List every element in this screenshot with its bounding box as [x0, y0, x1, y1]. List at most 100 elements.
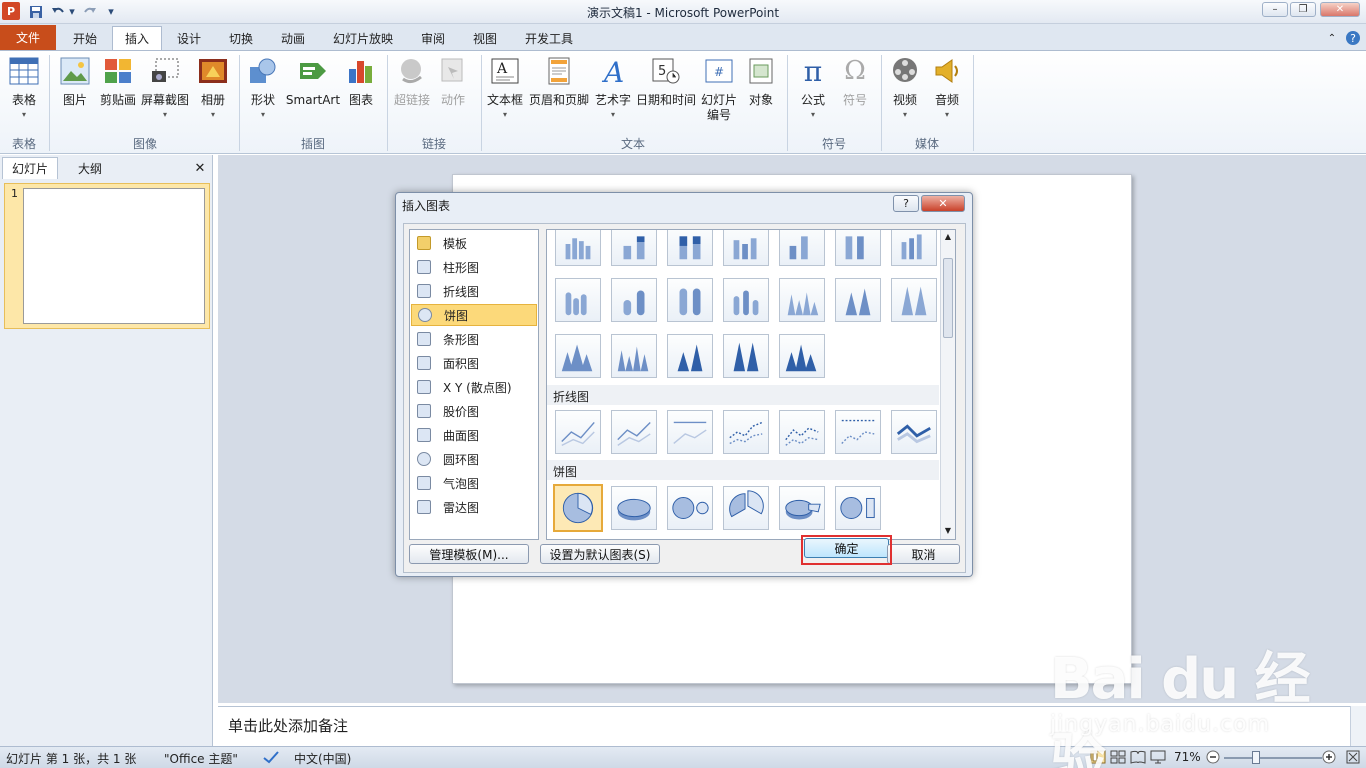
audio-button[interactable]: 音频 ▾	[930, 55, 964, 119]
tab-outline[interactable]: 大纲	[60, 157, 120, 179]
chart-type-bubble[interactable]: 气泡图	[411, 472, 537, 494]
subtype-100-stacked-column[interactable]	[667, 230, 713, 266]
restore-button[interactable]: ❐	[1290, 2, 1316, 17]
subtype-3d-cylinder[interactable]	[723, 278, 769, 322]
subtype-stacked-line[interactable]	[611, 410, 657, 454]
subtype-cone-clustered[interactable]	[779, 278, 825, 322]
tab-review[interactable]: 审阅	[408, 26, 458, 50]
scroll-down-icon[interactable]: ▼	[943, 526, 953, 535]
subtype-exploded-3d-pie[interactable]	[779, 486, 825, 530]
section-header-pie: 饼图	[547, 460, 939, 480]
subtype-bar-of-pie[interactable]	[835, 486, 881, 530]
slide-thumbnail[interactable]: 1	[4, 183, 210, 329]
dialog-help-button[interactable]: ?	[893, 195, 919, 212]
subtype-cone-100[interactable]	[891, 278, 937, 322]
subtype-stacked-column[interactable]	[611, 230, 657, 266]
symbol-button[interactable]: Ω 符号	[838, 55, 872, 108]
subtype-3d-cone[interactable]	[555, 334, 601, 378]
language-status[interactable]: 中文(中国)	[294, 750, 351, 767]
subtype-3d-column-a[interactable]	[723, 230, 769, 266]
subtype-pyramid-clustered[interactable]	[611, 334, 657, 378]
tab-developer[interactable]: 开发工具	[514, 26, 584, 50]
subtype-pyramid-stacked[interactable]	[667, 334, 713, 378]
subtype-3d-line[interactable]	[891, 410, 937, 454]
tab-transitions[interactable]: 切换	[216, 26, 266, 50]
subtype-cone-stacked[interactable]	[835, 278, 881, 322]
subtype-3d-pyramid[interactable]	[779, 334, 825, 378]
subtype-3d-pie[interactable]	[611, 486, 657, 530]
chart-type-area[interactable]: 面积图	[411, 352, 537, 374]
manage-templates-button[interactable]: 管理模板(M)...	[409, 544, 529, 564]
picture-button[interactable]: 图片	[58, 55, 92, 108]
equation-button[interactable]: π 公式 ▾	[796, 55, 830, 120]
subtype-100-stacked-line[interactable]	[667, 410, 713, 454]
tab-slideshow[interactable]: 幻灯片放映	[322, 26, 404, 50]
cancel-button[interactable]: 取消	[887, 544, 960, 564]
video-button[interactable]: 视频 ▾	[888, 55, 922, 119]
table-button[interactable]: 表格 ▾	[6, 55, 42, 119]
chart-type-radar[interactable]: 雷达图	[411, 496, 537, 518]
slide-number-button[interactable]: # 幻灯片 编号	[700, 55, 738, 123]
smartart-button[interactable]: SmartArt	[285, 55, 341, 108]
subtype-cylinder-clustered[interactable]	[555, 278, 601, 322]
tab-slides[interactable]: 幻灯片	[2, 157, 58, 179]
chart-type-stock[interactable]: 股价图	[411, 400, 537, 422]
subtype-cylinder-stacked[interactable]	[611, 278, 657, 322]
theme-status[interactable]: "Office 主题"	[164, 750, 238, 767]
hyperlink-button[interactable]: 超链接	[392, 55, 432, 108]
chart-type-line[interactable]: 折线图	[411, 280, 537, 302]
chart-type-pie[interactable]: 饼图	[411, 304, 537, 326]
help-icon[interactable]: ?	[1344, 26, 1362, 50]
chart-button[interactable]: 图表	[344, 55, 378, 108]
chart-type-bar[interactable]: 条形图	[411, 328, 537, 350]
wordart-button[interactable]: A 艺术字 ▾	[594, 55, 632, 119]
shapes-button[interactable]: 形状 ▾	[246, 55, 280, 119]
gallery-scrollbar[interactable]: ▲ ▼	[940, 230, 955, 539]
tab-insert[interactable]: 插入	[112, 26, 162, 50]
object-button[interactable]: 对象	[744, 55, 778, 108]
subtype-pie-of-pie[interactable]	[667, 486, 713, 530]
datetime-button[interactable]: 5 日期和时间	[636, 55, 696, 108]
textbox-button[interactable]: A 文本框 ▾	[486, 55, 524, 119]
header-footer-button[interactable]: 页眉和页脚	[528, 55, 590, 108]
set-default-chart-button[interactable]: 设置为默认图表(S)	[540, 544, 660, 564]
tab-file[interactable]: 文件	[0, 25, 56, 50]
spellcheck-icon[interactable]	[262, 750, 280, 767]
subtype-stacked-line-markers[interactable]	[779, 410, 825, 454]
tab-animations[interactable]: 动画	[268, 26, 318, 50]
object-icon	[745, 55, 777, 87]
subtype-pie[interactable]	[553, 484, 603, 532]
screenshot-button[interactable]: 屏幕截图 ▾	[140, 55, 190, 119]
subtype-3d-column-d[interactable]	[891, 230, 937, 266]
subtype-100-line-markers[interactable]	[835, 410, 881, 454]
chart-type-surface[interactable]: 曲面图	[411, 424, 537, 446]
subtype-line[interactable]	[555, 410, 601, 454]
close-pane-icon[interactable]: ✕	[190, 157, 210, 179]
group-label-text: 文本	[620, 137, 645, 151]
clipart-button[interactable]: 剪贴画	[98, 55, 138, 108]
action-button[interactable]: 动作	[436, 55, 470, 108]
chart-type-column[interactable]: 柱形图	[411, 256, 537, 278]
chart-type-doughnut[interactable]: 圆环图	[411, 448, 537, 470]
close-window-button[interactable]: ✕	[1320, 2, 1360, 17]
tab-design[interactable]: 设计	[164, 26, 214, 50]
subtype-exploded-pie[interactable]	[723, 486, 769, 530]
chart-type-template[interactable]: 模板	[411, 232, 537, 254]
notes-scrollbar[interactable]	[1350, 706, 1366, 746]
subtype-3d-column-c[interactable]	[835, 230, 881, 266]
chart-type-scatter[interactable]: X Y (散点图)	[411, 376, 537, 398]
scrollbar-thumb[interactable]	[943, 258, 953, 338]
tab-view[interactable]: 视图	[460, 26, 510, 50]
subtype-3d-column-b[interactable]	[779, 230, 825, 266]
subtype-cylinder-100[interactable]	[667, 278, 713, 322]
album-button[interactable]: 相册 ▾	[196, 55, 230, 119]
tab-home[interactable]: 开始	[60, 26, 110, 50]
minimize-button[interactable]: –	[1262, 2, 1288, 17]
minimize-ribbon-icon[interactable]: ⌃	[1322, 26, 1342, 50]
subtype-3d-clustered-column[interactable]	[555, 230, 601, 266]
subtype-line-markers[interactable]	[723, 410, 769, 454]
dialog-close-button[interactable]: ✕	[921, 195, 965, 212]
subtype-pyramid-100[interactable]	[723, 334, 769, 378]
slide-number-label: 1	[11, 187, 18, 200]
scroll-up-icon[interactable]: ▲	[943, 232, 953, 241]
